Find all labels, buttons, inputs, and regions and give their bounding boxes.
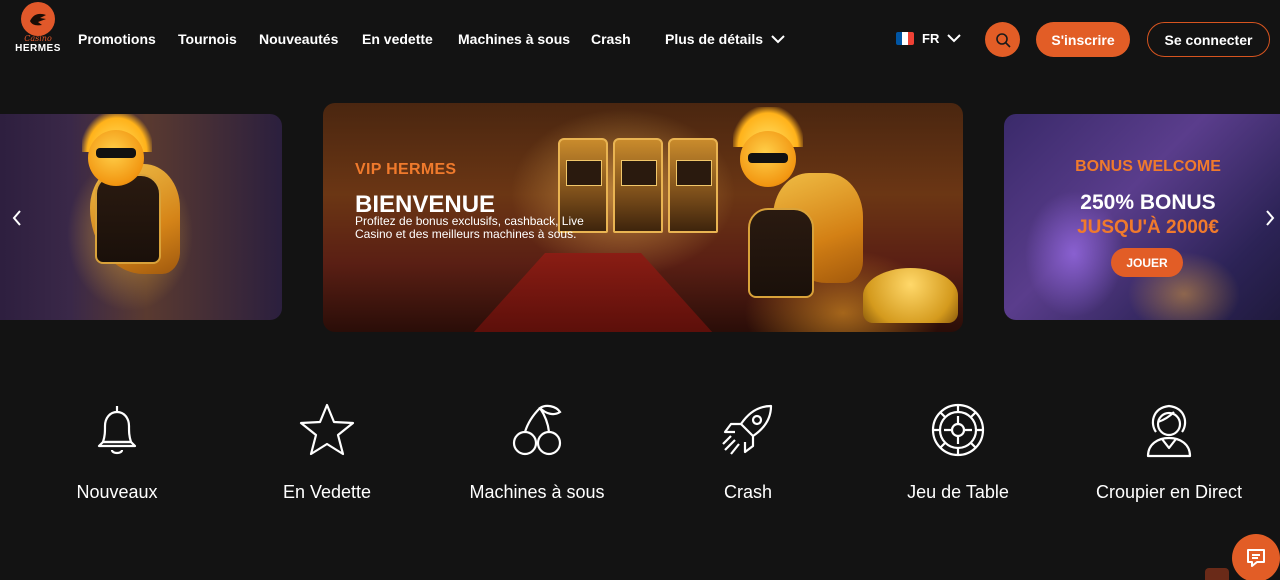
- coin-pile-graphic: [863, 268, 958, 323]
- category-label: Machines à sous: [469, 482, 605, 502]
- category-label: Crash: [723, 482, 772, 502]
- chevron-down-icon: [947, 34, 962, 43]
- carousel-prev-button[interactable]: [8, 206, 26, 230]
- login-button[interactable]: Se connecter: [1147, 22, 1270, 57]
- category-crash[interactable]: Crash: [658, 402, 838, 503]
- search-button[interactable]: [985, 22, 1020, 57]
- category-label: Nouveaux: [76, 482, 158, 502]
- chevron-left-icon: [12, 210, 21, 226]
- nav-tournois[interactable]: Tournois: [178, 31, 237, 47]
- nav-promotions[interactable]: Promotions: [78, 31, 156, 47]
- nav-nouveautes[interactable]: Nouveautés: [259, 31, 338, 47]
- category-label: Croupier en Direct: [1095, 482, 1243, 502]
- chevron-down-icon: [771, 34, 785, 43]
- banner-kicker: VIP HERMES: [355, 161, 457, 178]
- nav-machines-a-sous[interactable]: Machines à sous: [458, 31, 570, 47]
- banner-description: Profitez de bonus exclusifs, cashback, L…: [355, 214, 584, 241]
- logo-emblem-icon: [21, 2, 55, 36]
- chevron-right-icon: [1266, 210, 1275, 226]
- category-jeu-de-table[interactable]: Jeu de Table: [868, 402, 1048, 503]
- rocket-icon: [722, 404, 773, 455]
- language-code: FR: [922, 31, 940, 46]
- nav-en-vedette[interactable]: En vedette: [362, 31, 433, 47]
- carpet-graphic: [473, 253, 713, 332]
- scroll-top-button[interactable]: [1205, 568, 1229, 580]
- france-flag-icon: [896, 32, 914, 45]
- promo-banner-vip[interactable]: VIP HERMES BIENVENUE Profitez de bonus e…: [323, 103, 963, 332]
- slot-machine-graphic: [613, 138, 663, 233]
- slot-machine-graphic: [668, 138, 718, 233]
- bell-icon: [97, 406, 137, 455]
- banner-subline: JUSQU'À 2000€: [1077, 217, 1219, 238]
- category-label: Jeu de Table: [907, 482, 1009, 502]
- category-nouveaux[interactable]: Nouveaux: [27, 402, 207, 503]
- play-button[interactable]: JOUER: [1111, 248, 1183, 277]
- promo-banner-welcome-bonus[interactable]: BONUS WELCOME 250% BONUS JUSQU'À 2000€ J…: [1004, 114, 1280, 320]
- chat-button[interactable]: [1232, 534, 1280, 580]
- nav-more-dropdown[interactable]: Plus de détails: [665, 31, 785, 47]
- site-header: Casino HERMES Promotions Tournois Nouvea…: [0, 0, 1280, 78]
- banner-kicker: BONUS WELCOME: [1075, 158, 1221, 175]
- category-en-vedette[interactable]: En Vedette: [237, 402, 417, 503]
- signup-button[interactable]: S'inscrire: [1036, 22, 1130, 57]
- nav-crash[interactable]: Crash: [591, 31, 631, 47]
- search-icon: [995, 32, 1011, 48]
- carousel-next-button[interactable]: [1261, 206, 1279, 230]
- promo-banner-previous[interactable]: [0, 114, 282, 320]
- casino-logo[interactable]: Casino HERMES: [14, 2, 62, 54]
- dealer-icon: [1146, 404, 1192, 458]
- language-selector[interactable]: FR: [896, 31, 962, 46]
- banner-headline: 250% BONUS: [1080, 191, 1216, 214]
- logo-title: HERMES: [15, 43, 61, 54]
- category-label: En Vedette: [282, 482, 372, 502]
- star-icon: [299, 403, 355, 456]
- nav-more-label: Plus de détails: [665, 31, 764, 47]
- category-machines-a-sous[interactable]: Machines à sous: [447, 402, 627, 503]
- cherries-icon: [512, 404, 562, 456]
- category-croupier-en-direct[interactable]: Croupier en Direct: [1079, 402, 1259, 503]
- chat-icon: [1247, 549, 1265, 567]
- roulette-icon: [931, 403, 985, 457]
